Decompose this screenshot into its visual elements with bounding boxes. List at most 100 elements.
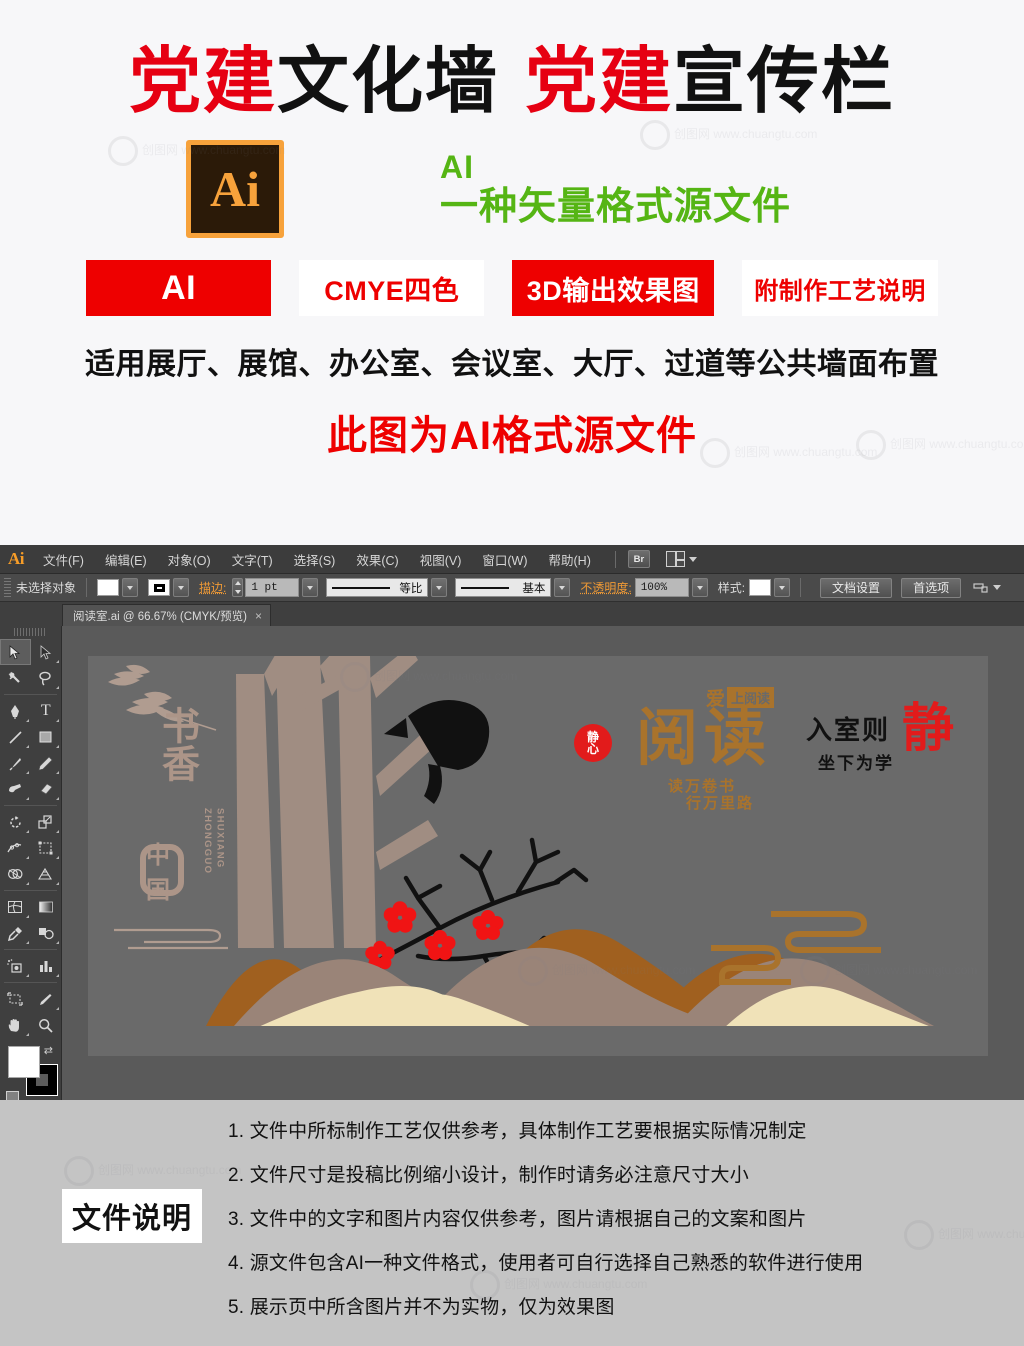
control-bar: 未选择对象 描边: 1 pt 等比 基本 不透明度: 100% 样式: 文档设置… [0,574,1024,602]
selection-tool[interactable] [0,639,31,665]
artboard-tool[interactable] [0,986,31,1012]
menu-object[interactable]: 对象(O) [167,548,212,571]
fill-color-swatch[interactable] [97,579,119,596]
mesh-tool[interactable] [0,894,31,920]
blob-brush-tool[interactable] [0,776,31,802]
file-description-list: 1. 文件中所标制作工艺仅供参考，具体制作工艺要根据实际情况制定 2. 文件尺寸… [228,1116,863,1336]
promo-subtitle: 适用展厅、展馆、办公室、会议室、大厅、过道等公共墙面布置 [0,339,1024,383]
badge-ai: AI [86,260,271,316]
scale-tool[interactable] [31,809,62,835]
brush-dropdown[interactable] [554,578,570,597]
perspective-grid-tool[interactable] [31,861,62,887]
fill-color-indicator[interactable] [8,1046,40,1078]
menu-window[interactable]: 窗口(W) [481,548,528,571]
preferences-button[interactable]: 首选项 [901,578,961,598]
canvas-area[interactable]: 书香 SHUXIANG ZHONGGUO 中国 静 心 爱 上阅读 阅读 读万卷… [62,626,1024,1100]
type-tool[interactable]: T [31,698,62,724]
bridge-button[interactable]: Br [628,550,650,568]
adobe-illustrator-icon: Ai [186,140,284,238]
blend-tool[interactable] [31,920,62,946]
workspace-switcher[interactable] [666,551,697,567]
hand-tool[interactable] [0,1012,31,1038]
eyedropper-tool[interactable] [0,920,31,946]
badge-3d-output: 3D输出效果图 [512,260,714,316]
watermark: 创图网 www.chuangtu.com [904,1220,1024,1250]
document-setup-button[interactable]: 文档设置 [820,578,892,598]
swap-fill-stroke-icon[interactable]: ⇄ [44,1044,53,1057]
artwork-vertical-title: 书香 [158,706,194,782]
lasso-tool[interactable] [31,665,62,691]
gradient-tool[interactable] [31,894,62,920]
fill-dropdown[interactable] [122,578,138,597]
artwork-jingxin-badge: 静 心 [574,724,612,762]
magic-wand-tool[interactable] [0,665,31,691]
ai-format-description: AI 一种矢量格式源文件 [440,150,791,228]
stroke-profile-combo[interactable]: 等比 [326,578,428,597]
close-icon[interactable]: × [255,609,262,623]
document-tab-title: 阅读室.ai @ 66.67% (CMYK/预览) [73,608,247,624]
promo-note: 此图为AI格式源文件 [0,403,1024,461]
stroke-color-swatch[interactable] [148,579,170,596]
stroke-dropdown[interactable] [173,578,189,597]
document-tab[interactable]: 阅读室.ai @ 66.67% (CMYK/预览) × [62,604,271,626]
file-description-item: 1. 文件中所标制作工艺仅供参考，具体制作工艺要根据实际情况制定 [228,1116,863,1143]
opacity-field[interactable]: 100% [635,578,689,597]
menu-help[interactable]: 帮助(H) [548,548,592,571]
align-menu[interactable] [973,581,1001,595]
direct-selection-tool[interactable] [31,639,62,665]
brush-value: 基本 [522,580,545,596]
menu-file[interactable]: 文件(F) [42,548,85,571]
pen-tool[interactable] [0,698,31,724]
menu-bar: Ai 文件(F) 编辑(E) 对象(O) 文字(T) 选择(S) 效果(C) 视… [0,545,1024,574]
eraser-tool[interactable] [31,776,62,802]
stroke-weight-stepper[interactable] [232,578,243,597]
selection-status: 未选择对象 [16,579,76,596]
symbol-sprayer-tool[interactable] [0,953,31,979]
slice-tool[interactable] [31,986,62,1012]
file-description-item: 4. 源文件包含AI一种文件格式，使用者可自行选择自己熟悉的软件进行使用 [228,1248,863,1275]
stroke-weight-label[interactable]: 描边: [199,579,226,596]
brush-definition-combo[interactable]: 基本 [455,578,551,597]
column-graph-tool[interactable] [31,953,62,979]
artwork-seal: 中国 [140,844,184,896]
control-bar-grip[interactable] [4,578,11,598]
menu-view[interactable]: 视图(V) [419,548,463,571]
style-dropdown[interactable] [774,578,790,597]
paintbrush-tool[interactable] [0,750,31,776]
menu-effect[interactable]: 效果(C) [355,548,399,571]
illustrator-window: Ai 文件(F) 编辑(E) 对象(O) 文字(T) 选择(S) 效果(C) 视… [0,545,1024,1100]
rotate-tool[interactable] [0,809,31,835]
artboard[interactable]: 书香 SHUXIANG ZHONGGUO 中国 静 心 爱 上阅读 阅读 读万卷… [88,656,988,1056]
stroke-weight-dropdown[interactable] [302,578,318,597]
menu-type[interactable]: 文字(T) [231,548,274,571]
width-tool[interactable] [0,835,31,861]
document-tab-strip: 阅读室.ai @ 66.67% (CMYK/预览) × [0,602,1024,626]
stroke-weight-field[interactable]: 1 pt [245,578,299,597]
graphic-style-swatch[interactable] [749,579,771,596]
pencil-tool[interactable] [31,750,62,776]
stroke-profile-dropdown[interactable] [431,578,447,597]
file-description-item: 2. 文件尺寸是投稿比例缩小设计，制作时请务必注意尺寸大小 [228,1160,863,1187]
rectangle-tool[interactable] [31,724,62,750]
opacity-label[interactable]: 不透明度: [580,579,631,596]
style-label: 样式: [718,579,745,596]
tool-panel: T ⇄ [0,626,62,1100]
ai-format-line2: 一种矢量格式源文件 [440,187,791,228]
zoom-tool[interactable] [31,1012,62,1038]
read-sub-line2: 行万里路 [686,795,754,812]
feature-badges: AI CMYE四色 3D输出效果图 附制作工艺说明 [0,260,1024,316]
shape-builder-tool[interactable] [0,861,31,887]
pinyin-line1: SHUXIANG [215,808,226,869]
badge-process-notes: 附制作工艺说明 [742,260,938,316]
title-segment-red-1: 党建 [129,42,277,122]
menu-select[interactable]: 选择(S) [293,548,337,571]
tool-panel-grip[interactable] [14,628,47,636]
artwork-right-slogan: 入室则 坐下为学 [806,710,894,774]
menu-edit[interactable]: 编辑(E) [104,548,148,571]
opacity-dropdown[interactable] [692,578,708,597]
free-transform-tool[interactable] [31,835,62,861]
badge-cmyk: CMYE四色 [299,260,484,316]
profile-preview-icon [332,587,390,589]
right-slogan-line1: 入室则 [806,710,894,747]
line-segment-tool[interactable] [0,724,31,750]
